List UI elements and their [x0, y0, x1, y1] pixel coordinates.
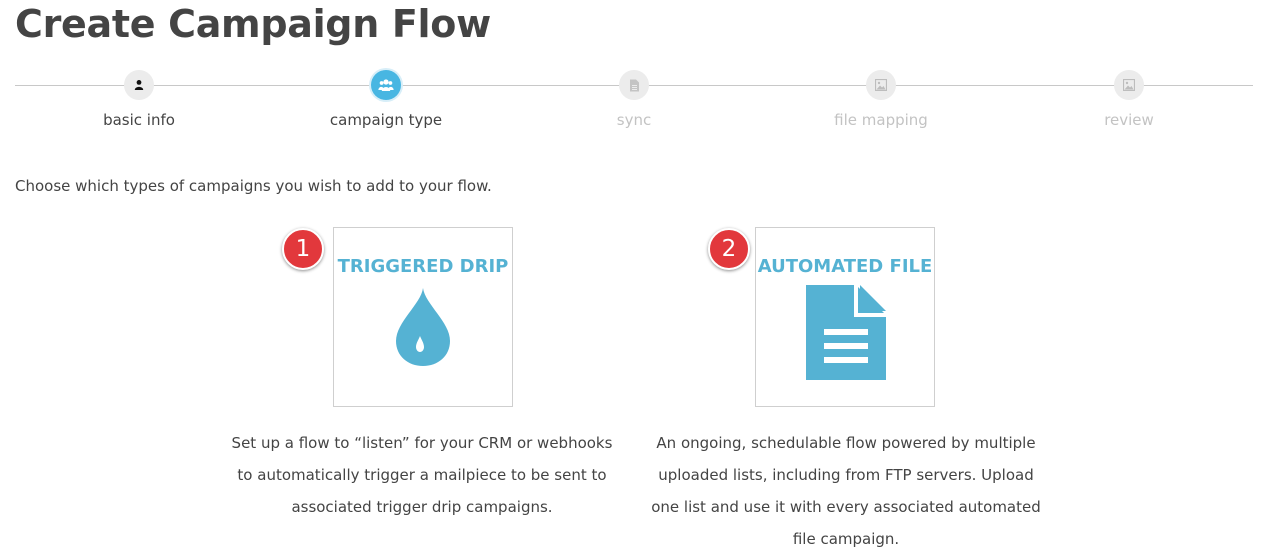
- automated-file-card[interactable]: AUTOMATED FILE: [755, 227, 935, 407]
- step-label: file mapping: [834, 111, 928, 129]
- file-document-icon: [806, 285, 886, 380]
- step-badge-2: 2: [708, 228, 750, 270]
- step-badge-1: 1: [282, 228, 324, 270]
- document-icon: [619, 70, 649, 100]
- intro-text: Choose which types of campaigns you wish…: [15, 177, 492, 195]
- step-sync[interactable]: sync: [564, 70, 704, 129]
- card-title: TRIGGERED DRIP: [337, 256, 509, 277]
- step-file-mapping[interactable]: file mapping: [811, 70, 951, 129]
- step-label: campaign type: [329, 111, 443, 129]
- step-label: basic info: [103, 111, 175, 129]
- users-icon: [371, 70, 401, 100]
- step-label: sync: [616, 111, 652, 129]
- page-title: Create Campaign Flow: [15, 2, 491, 46]
- step-campaign-type[interactable]: campaign type: [316, 70, 456, 129]
- automated-file-description: An ongoing, schedulable flow powered by …: [651, 434, 1041, 548]
- water-drop-icon: [396, 288, 450, 366]
- person-icon: [124, 70, 154, 100]
- image-icon: [1114, 70, 1144, 100]
- image-icon: [866, 70, 896, 100]
- card-title: AUTOMATED FILE: [757, 256, 933, 277]
- step-review[interactable]: review: [1059, 70, 1199, 129]
- step-label: review: [1104, 111, 1154, 129]
- progress-stepper: basic info campaign type sync file mappi…: [15, 70, 1253, 140]
- step-basic-info[interactable]: basic info: [69, 70, 209, 129]
- triggered-drip-card[interactable]: TRIGGERED DRIP: [333, 227, 513, 407]
- triggered-drip-description: Set up a flow to “listen” for your CRM o…: [231, 434, 613, 516]
